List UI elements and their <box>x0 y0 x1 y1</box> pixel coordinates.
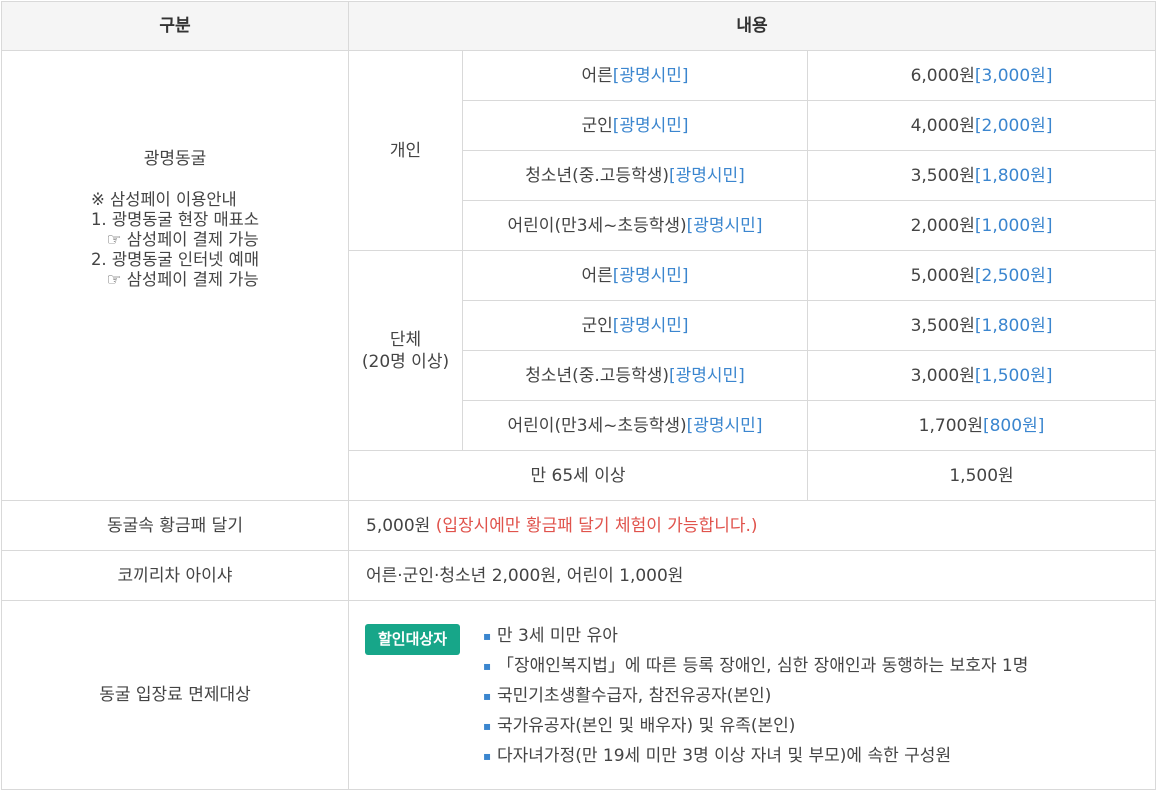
fee-table: 구분 내용 광명동굴 ※ 삼성페이 이용안내 1. 광명동굴 현장 매표소 ☞ … <box>1 1 1157 790</box>
citizen-tag: [광명시민] <box>612 315 689 336</box>
citizen-price: [1,500원] <box>974 365 1053 386</box>
fare-price: 3,500원 <box>910 165 975 186</box>
citizen-tag: [광명시민] <box>668 165 745 186</box>
individual-label: 개인 <box>348 50 463 251</box>
note-line: ※ 삼성페이 이용안내 <box>90 190 237 209</box>
cave-title: 광명동굴 <box>143 149 207 169</box>
note-line: ☞ 삼성페이 결제 가능 <box>90 230 259 249</box>
list-item: ▪ 만 3세 미만 유아 <box>483 621 1028 651</box>
citizen-price: [1,800원] <box>974 165 1053 186</box>
header-content: 내용 <box>347 1 1157 51</box>
list-item: ▪ 다자녀가정(만 19세 미만 3명 이상 자녀 및 부모)에 속한 구성원 <box>483 741 1028 771</box>
cave-category-cell: 광명동굴 ※ 삼성페이 이용안내 1. 광명동굴 현장 매표소 ☞ 삼성페이 결… <box>1 50 349 501</box>
table-row: 동굴 입장료 면제대상 할인대상자 ▪ 만 3세 미만 유아 ▪ 「장애인복지법」에… <box>1 600 1157 790</box>
discount-badge: 할인대상자 <box>365 624 461 655</box>
citizen-price: [2,000원] <box>974 115 1053 136</box>
fare-price: 2,000원 <box>910 215 975 236</box>
fare-type: 어른 <box>581 265 613 286</box>
fare-price: 5,000원 <box>910 265 975 286</box>
citizen-price: [800원] <box>982 415 1045 436</box>
header-row: 구분 내용 <box>1 1 1157 51</box>
fare-price: 3,500원 <box>910 315 975 336</box>
fare-price-cell: 6,000원[3,000원] <box>806 50 1157 101</box>
senior-label: 만 65세 이상 <box>348 450 808 501</box>
elephant-value: 어른·군인·청소년 2,000원, 어린이 1,000원 <box>347 550 1157 601</box>
citizen-tag: [광명시민] <box>686 415 763 436</box>
citizen-price: [3,000원] <box>974 65 1053 86</box>
fare-price-cell: 3,500원[1,800원] <box>806 300 1157 351</box>
fare-type-cell: 청소년(중.고등학생)[광명시민] <box>462 150 808 201</box>
citizen-price: [1,800원] <box>974 315 1053 336</box>
fare-type: 군인 <box>581 315 613 336</box>
fare-type-cell: 어린이(만3세~초등학생)[광명시민] <box>462 200 808 251</box>
table-row: 코끼리차 아이샤 어른·군인·청소년 2,000원, 어린이 1,000원 <box>1 550 1157 601</box>
fare-type-cell: 군인[광명시민] <box>462 100 808 151</box>
exempt-list: ▪ 만 3세 미만 유아 ▪ 「장애인복지법」에 따른 등록 장애인, 심한 장애인… <box>483 621 1028 771</box>
fare-price: 6,000원 <box>910 65 975 86</box>
citizen-tag: [광명시민] <box>612 65 689 86</box>
exempt-label: 동굴 입장료 면제대상 <box>1 600 349 790</box>
fare-type: 어린이(만3세~초등학생) <box>507 415 687 436</box>
fare-price: 4,000원 <box>910 115 975 136</box>
bullet-dot-icon: ▪ <box>483 719 492 733</box>
fare-price-cell: 2,000원[1,000원] <box>806 200 1157 251</box>
citizen-tag: [광명시민] <box>668 365 745 386</box>
gold-price: 5,000원 <box>366 515 436 536</box>
table-row: 광명동굴 ※ 삼성페이 이용안내 1. 광명동굴 현장 매표소 ☞ 삼성페이 결… <box>1 50 1157 501</box>
fare-type-cell: 어린이(만3세~초등학생)[광명시민] <box>462 400 808 451</box>
table-row: 동굴속 황금패 달기 5,000원 (입장시에만 황금패 달기 체험이 가능합니… <box>1 500 1157 551</box>
group-label: 단체 (20명 이상) <box>348 250 463 451</box>
citizen-tag: [광명시민] <box>686 215 763 236</box>
exempt-content: 할인대상자 ▪ 만 3세 미만 유아 ▪ 「장애인복지법」에 따른 등록 장애인, … <box>347 600 1157 790</box>
fare-type: 군인 <box>581 115 613 136</box>
fare-price-cell: 5,000원[2,500원] <box>806 250 1157 301</box>
fare-type-cell: 어른[광명시민] <box>462 50 808 101</box>
bullet-dot-icon: ▪ <box>483 689 492 703</box>
group-label-line: (20명 이상) <box>361 351 450 372</box>
list-item: ▪ 국가유공자(본인 및 배우자) 및 유족(본인) <box>483 711 1028 741</box>
fare-price: 3,000원 <box>910 365 975 386</box>
fare-type: 어른 <box>581 65 613 86</box>
citizen-price: [1,000원] <box>974 215 1053 236</box>
senior-price: 1,500원 <box>806 450 1157 501</box>
fare-price-cell: 3,000원[1,500원] <box>806 350 1157 401</box>
bullet-dot-icon: ▪ <box>483 749 492 763</box>
list-item: ▪ 국민기초생활수급자, 참전유공자(본인) <box>483 681 1028 711</box>
fare-type-cell: 군인[광명시민] <box>462 300 808 351</box>
gold-content: 5,000원 (입장시에만 황금패 달기 체험이 가능합니다.) <box>347 500 1157 551</box>
note-line: 1. 광명동굴 현장 매표소 <box>90 210 260 229</box>
fare-type: 어린이(만3세~초등학생) <box>507 215 687 236</box>
citizen-price: [2,500원] <box>974 265 1053 286</box>
bullet-dot-icon: ▪ <box>483 629 492 643</box>
fare-price: 1,700원 <box>918 415 983 436</box>
gold-label: 동굴속 황금패 달기 <box>1 500 349 551</box>
note-line: 2. 광명동굴 인터넷 예매 <box>90 250 260 269</box>
citizen-tag: [광명시민] <box>612 115 689 136</box>
note-line: ☞ 삼성페이 결제 가능 <box>90 270 259 289</box>
gold-note: (입장시에만 황금패 달기 체험이 가능합니다.) <box>435 515 758 536</box>
fare-type-cell: 어른[광명시민] <box>462 250 808 301</box>
fare-type-cell: 청소년(중.고등학생)[광명시민] <box>462 350 808 401</box>
list-item: ▪ 「장애인복지법」에 따른 등록 장애인, 심한 장애인과 동행하는 보호자 1… <box>483 651 1028 681</box>
fare-price-cell: 3,500원[1,800원] <box>806 150 1157 201</box>
citizen-tag: [광명시민] <box>612 265 689 286</box>
fare-price-cell: 4,000원[2,000원] <box>806 100 1157 151</box>
header-category: 구분 <box>1 1 349 51</box>
elephant-label: 코끼리차 아이샤 <box>1 550 349 601</box>
fare-type: 청소년(중.고등학생) <box>525 165 669 186</box>
fare-type: 청소년(중.고등학생) <box>525 365 669 386</box>
samsung-pay-notes: ※ 삼성페이 이용안내 1. 광명동굴 현장 매표소 ☞ 삼성페이 결제 가능 … <box>91 190 259 290</box>
fare-price-cell: 1,700원[800원] <box>806 400 1157 451</box>
group-label-line: 단체 <box>389 329 422 350</box>
bullet-dot-icon: ▪ <box>483 659 492 673</box>
